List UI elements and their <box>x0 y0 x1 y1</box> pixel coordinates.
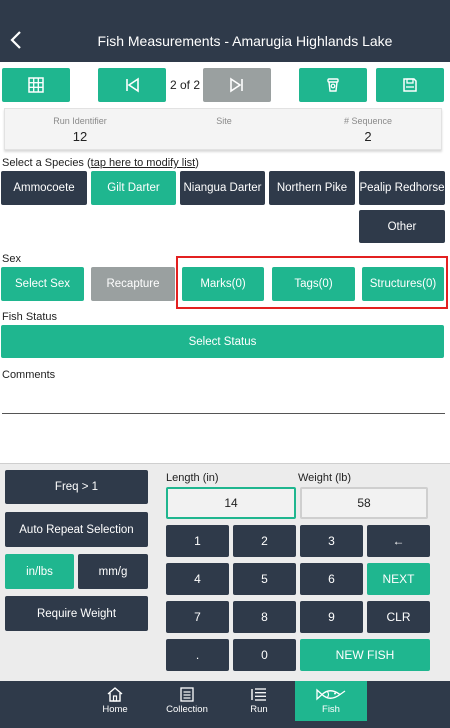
key-7[interactable]: 7 <box>166 601 229 633</box>
page-title: Fish Measurements - Amarugia Highlands L… <box>97 33 393 49</box>
key-4[interactable]: 4 <box>166 563 229 595</box>
fish-status-label: Fish Status <box>2 311 58 323</box>
grid-icon <box>28 77 44 93</box>
select-status-button[interactable]: Select Status <box>1 325 444 358</box>
sequence-value: 2 <box>364 129 372 144</box>
length-field[interactable]: 14 <box>166 487 296 519</box>
grid-view-button[interactable] <box>2 68 70 102</box>
nav-run[interactable]: Run <box>230 681 288 721</box>
nav-collection-label: Collection <box>166 704 208 715</box>
species-ammocoete-button[interactable]: Ammocoete <box>1 171 87 205</box>
list-icon <box>251 688 266 701</box>
species-other-button[interactable]: Other <box>359 210 445 243</box>
back-arrow-icon[interactable] <box>8 28 26 52</box>
key-2[interactable]: 2 <box>233 525 296 557</box>
weight-label: Weight (lb) <box>298 472 351 484</box>
species-gilt-darter-button[interactable]: Gilt Darter <box>91 171 176 205</box>
mm-g-button[interactable]: mm/g <box>78 554 148 589</box>
species-prompt: Select a Species (tap here to modify lis… <box>2 157 199 169</box>
sequence-label: # Sequence <box>343 116 393 126</box>
key-9[interactable]: 9 <box>300 601 363 633</box>
site-label: Site <box>216 116 232 126</box>
nav-collection[interactable]: Collection <box>158 681 216 721</box>
skip-next-icon <box>230 77 243 93</box>
app-header: Fish Measurements - Amarugia Highlands L… <box>0 0 450 62</box>
modify-list-link[interactable]: tap here to modify list <box>91 157 196 169</box>
comments-label: Comments <box>2 369 56 381</box>
backspace-key[interactable]: ← <box>367 525 430 557</box>
skip-previous-icon <box>126 77 139 93</box>
species-niangua-darter-button[interactable]: Niangua Darter <box>180 171 265 205</box>
require-weight-button[interactable]: Require Weight <box>5 596 148 631</box>
nav-home[interactable]: Home <box>86 681 144 721</box>
highlight-box <box>176 256 448 309</box>
nav-fish-label: Fish <box>322 704 340 715</box>
weight-field[interactable]: 58 <box>300 487 428 519</box>
bottom-nav: Home Collection Run Fish <box>0 681 450 728</box>
comments-input[interactable] <box>2 413 445 414</box>
in-lbs-button[interactable]: in/lbs <box>5 554 74 589</box>
pager-text: 2 of 2 <box>169 78 201 92</box>
key-0[interactable]: 0 <box>233 639 296 671</box>
key-6[interactable]: 6 <box>300 563 363 595</box>
last-record-button[interactable] <box>203 68 271 102</box>
species-pealip-redhorse-button[interactable]: Pealip Redhorse <box>359 171 445 205</box>
fish-icon <box>316 688 346 701</box>
run-identifier-value: 12 <box>72 129 88 144</box>
key-8[interactable]: 8 <box>233 601 296 633</box>
keypad-panel: Freq > 1 Auto Repeat Selection in/lbs mm… <box>0 463 450 681</box>
freq-button[interactable]: Freq > 1 <box>5 470 148 504</box>
save-icon <box>403 78 417 92</box>
clear-key[interactable]: CLR <box>367 601 430 633</box>
sex-label: Sex <box>2 253 21 265</box>
new-fish-key[interactable]: NEW FISH <box>300 639 430 671</box>
key-3[interactable]: 3 <box>300 525 363 557</box>
home-icon <box>107 687 123 702</box>
select-sex-button[interactable]: Select Sex <box>1 267 84 301</box>
delete-button[interactable] <box>299 68 367 102</box>
key-1[interactable]: 1 <box>166 525 229 557</box>
run-info-card: Run Identifier 12 Site # Sequence 2 <box>4 108 442 150</box>
species-northern-pike-button[interactable]: Northern Pike <box>269 171 355 205</box>
trash-icon <box>327 78 339 92</box>
collection-icon <box>180 687 194 702</box>
auto-repeat-button[interactable]: Auto Repeat Selection <box>5 512 148 547</box>
first-record-button[interactable] <box>98 68 166 102</box>
decimal-key[interactable]: . <box>166 639 229 671</box>
nav-run-label: Run <box>250 704 268 715</box>
save-button[interactable] <box>376 68 444 102</box>
key-5[interactable]: 5 <box>233 563 296 595</box>
nav-home-label: Home <box>102 704 128 715</box>
length-label: Length (in) <box>166 472 219 484</box>
next-key[interactable]: NEXT <box>367 563 430 595</box>
run-identifier-label: Run Identifier <box>53 116 107 126</box>
recapture-button[interactable]: Recapture <box>91 267 175 301</box>
nav-fish[interactable]: Fish <box>295 681 367 721</box>
